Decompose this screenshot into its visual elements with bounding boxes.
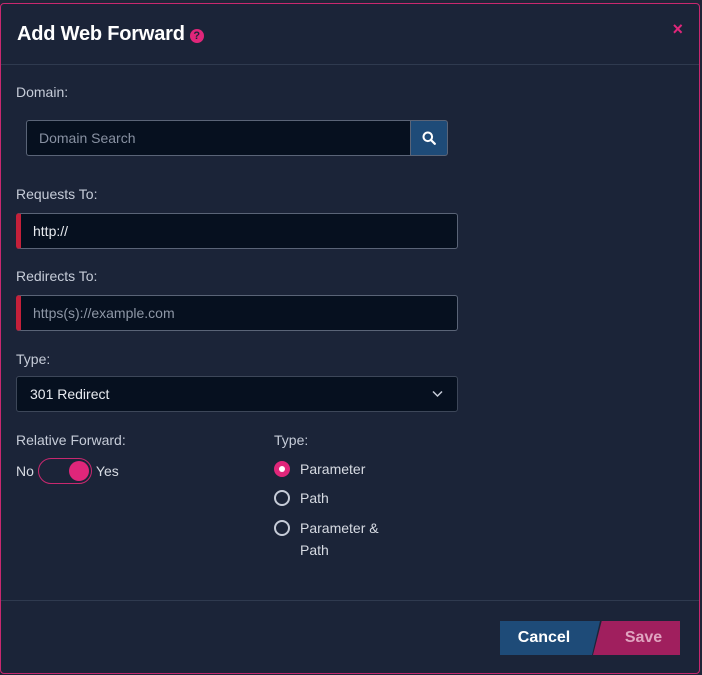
radio-path-label: Path xyxy=(300,490,329,506)
radio-parameter-and-path-label: Parameter & Path xyxy=(300,520,379,558)
add-web-forward-modal: Add Web Forward ? × Domain: Requests To:… xyxy=(0,3,700,674)
modal-body: Domain: Requests To: Redirects To: Type:… xyxy=(1,65,699,600)
radio-path[interactable]: Path xyxy=(274,490,400,509)
toggle-off-label: No xyxy=(16,463,34,479)
type-label: Type: xyxy=(16,351,51,367)
redirect-type-value: 301 Redirect xyxy=(30,386,110,402)
modal-header: Add Web Forward ? × xyxy=(1,4,699,65)
redirects-to-input[interactable] xyxy=(16,295,458,331)
toggle-on-label: Yes xyxy=(95,463,119,479)
domain-search-button[interactable] xyxy=(410,120,448,156)
radio-parameter-label: Parameter xyxy=(300,461,366,477)
redirect-type-select[interactable]: 301 Redirect xyxy=(16,376,458,412)
domain-search-input[interactable] xyxy=(26,120,410,156)
domain-search xyxy=(26,120,448,156)
relative-forward-label: Relative Forward: xyxy=(16,432,126,448)
radio-parameter-circle xyxy=(274,461,290,477)
help-icon[interactable]: ? xyxy=(189,29,204,43)
close-icon[interactable]: × xyxy=(672,20,683,38)
chevron-down-icon xyxy=(432,390,443,398)
modal-footer: Cancel Save xyxy=(1,600,699,673)
radio-parameter-and-path-circle xyxy=(274,520,290,536)
radio-parameter-and-path[interactable]: Parameter & Path xyxy=(274,520,400,561)
radio-parameter[interactable]: Parameter xyxy=(274,461,400,480)
radio-path-circle xyxy=(274,490,290,506)
search-icon xyxy=(422,131,436,145)
save-button[interactable]: Save xyxy=(593,621,680,655)
toggle-knob xyxy=(68,461,89,481)
modal-title: Add Web Forward xyxy=(17,22,185,45)
domain-label: Domain: xyxy=(16,84,69,100)
requests-to-input[interactable] xyxy=(16,213,458,249)
relative-forward-toggle-row: No Yes xyxy=(16,458,119,484)
redirects-to-label: Redirects To: xyxy=(16,268,98,284)
requests-to-label: Requests To: xyxy=(16,186,98,202)
relative-forward-toggle[interactable] xyxy=(37,458,92,484)
cancel-button[interactable]: Cancel xyxy=(500,621,600,655)
forward-type-label: Type: xyxy=(274,432,309,448)
